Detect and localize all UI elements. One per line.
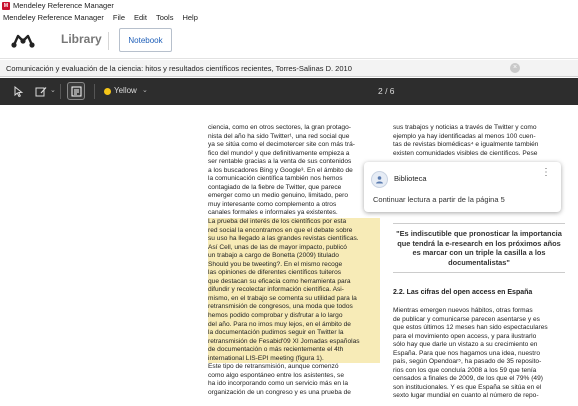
- header-divider: [108, 32, 109, 50]
- notebook-button[interactable]: Notebook: [119, 28, 172, 52]
- highlighted-text-line: difundir y recolectar información cientí…: [208, 286, 344, 294]
- menu-edit[interactable]: Edit: [134, 13, 147, 22]
- highlighted-text-line: red social la encontramos en que el deba…: [208, 226, 353, 234]
- more-options-icon[interactable]: ⋮: [541, 168, 551, 178]
- pdf-column-left: ciencia, como en otros sectores, la gran…: [208, 124, 380, 398]
- text-line: ya se sitúa como el decimotercer site co…: [208, 141, 355, 149]
- app-header: Library Notebook: [0, 23, 578, 59]
- text-line: organización de un congreso y es una pru…: [208, 388, 351, 396]
- mendeley-logo-icon[interactable]: [11, 32, 35, 50]
- text-line: nista del año ha sido Twitter¹, una red …: [208, 132, 350, 140]
- highlight-color-swatch[interactable]: [104, 88, 111, 95]
- text-line: emerger como un medio genuino, limitado,…: [208, 192, 349, 200]
- text-line: censados a finales de 2009, de los que e…: [393, 375, 543, 383]
- highlighted-paragraph[interactable]: La prueba del interés de los científicos…: [208, 218, 380, 364]
- quote-rule-top: [393, 223, 565, 224]
- text-line: Este tipo de retransmisión, aunque comen…: [208, 363, 339, 371]
- highlighted-text-line: la documentación pudimos seguir en Twitt…: [208, 329, 344, 337]
- text-line: contagiado de la fiebre de Twitter, que …: [208, 183, 342, 191]
- text-line: España. Para que nos hagamos una idea, n…: [393, 349, 540, 357]
- text-line: país, según Opendoar⁵, ha pasado de 35 r…: [393, 358, 542, 366]
- pull-quote: "Es indiscutible que pronosticar la impo…: [396, 229, 562, 267]
- highlighted-text-line: del año. Para no irnos muy lejos, en el …: [208, 320, 351, 328]
- text-line: ser rentable gracias a la venta de sus c…: [208, 158, 352, 166]
- pdf-column-right-top: sus trabajos y noticias a través de Twit…: [393, 124, 562, 158]
- highlighted-text-line: hemos podido comprobar y disfrutar a lo …: [208, 312, 343, 320]
- text-line: la comunicación científica también nos h…: [208, 175, 343, 183]
- close-tab-icon[interactable]: ×: [510, 63, 520, 73]
- window-title: Mendeley Reference Manager: [13, 1, 114, 10]
- highlighted-text-line: retransmisión de Fesabid'09 XI Jornadas …: [208, 337, 360, 345]
- highlighted-text-line: La prueba del interés de los científicos…: [208, 218, 347, 226]
- pen-annotate-icon[interactable]: [34, 84, 48, 98]
- text-line: sólo hay que darle un vistazo a su creci…: [393, 341, 538, 349]
- text-line: fico del mundo² y que definitivamente em…: [208, 149, 350, 157]
- toolbar-divider: [94, 84, 95, 99]
- document-tab[interactable]: Comunicación y evaluación de la ciencia:…: [0, 60, 578, 77]
- text-line: rios con los que concluía 2008 a los 59 …: [393, 366, 537, 374]
- sticky-note-icon: [69, 84, 83, 98]
- viewer-margin: [0, 105, 167, 406]
- pdf-toolbar: ⌄ Yellow ⌄ 2 / 6: [0, 78, 578, 105]
- text-line: a los buscadores Bing y Google³. En el á…: [208, 166, 353, 174]
- highlighted-text-line: su uso ha llegado a las grandes revistas…: [208, 235, 359, 243]
- highlighted-text-line: Should you be tweeting?. En el mismo rec…: [208, 260, 343, 268]
- highlighted-text-line: international LIS-EPI meeting (figura 1)…: [208, 354, 324, 362]
- paragraph-twitter: ciencia, como en otros sectores, la gran…: [208, 124, 380, 218]
- page-indicator: 2 / 6: [378, 86, 395, 96]
- text-line: Mientras emergen nuevos hábitos, otras f…: [393, 307, 533, 314]
- quote-rule-bottom: [393, 272, 565, 273]
- library-nav[interactable]: Library: [61, 32, 102, 46]
- document-tab-title: Comunicación y evaluación de la ciencia:…: [6, 63, 352, 73]
- paragraph-revistas: sus trabajos y noticias a través de Twit…: [393, 124, 562, 158]
- text-line: ejemplo ya hay identificadas al menos 10…: [393, 132, 536, 140]
- highlighted-text-line: de documentación o más recientemente el …: [208, 346, 344, 354]
- menu-tools[interactable]: Tools: [156, 13, 174, 22]
- highlighted-text-line: Así Cell, unas de las de mayor impacto, …: [208, 243, 347, 251]
- text-line: sexto lugar mundial en cuanto al número …: [393, 392, 539, 400]
- highlighted-text-line: retransmisión de congresos, una moda que…: [208, 303, 353, 311]
- title-bar: M Mendeley Reference Manager: [0, 0, 578, 11]
- section-heading: 2.2. Las cifras del open access en Españ…: [393, 289, 533, 296]
- continue-reading-popup[interactable]: Biblioteca ⋮ Continuar lectura a partir …: [364, 162, 561, 212]
- mendeley-app-icon: M: [2, 1, 10, 10]
- text-line: son institucionales. Y es que España se …: [393, 383, 542, 391]
- paragraph-open-access: Mientras emergen nuevos hábitos, otras f…: [393, 307, 565, 401]
- text-line: ha ido incorporando como un servicio más…: [208, 380, 349, 388]
- popup-title: Biblioteca: [394, 174, 427, 183]
- library-icon: [371, 171, 388, 188]
- toolbar-divider: [60, 84, 61, 99]
- menu-app[interactable]: Mendeley Reference Manager: [3, 13, 104, 22]
- text-line: ciencia, como en otros sectores, la gran…: [208, 124, 351, 131]
- text-line: existen comunidades visibles de científi…: [393, 149, 538, 157]
- menu-help[interactable]: Help: [182, 13, 197, 22]
- text-line: muy interesante como complemento a otros: [208, 200, 337, 208]
- text-line: para el movimiento open access, y para i…: [393, 332, 537, 340]
- menu-file[interactable]: File: [113, 13, 125, 22]
- highlight-color-label[interactable]: Yellow: [114, 86, 137, 95]
- highlighted-text-line: mismo, en el trabajo se comenta su utili…: [208, 294, 357, 302]
- highlighted-text-line: un trabajo a cargo de Bonetta (2009) tit…: [208, 252, 339, 260]
- menu-bar: Mendeley Reference Manager File Edit Too…: [0, 11, 578, 23]
- text-line: de publicar y comunicarse parecen asenta…: [393, 315, 540, 323]
- text-line: sus trabajos y noticias a través de Twit…: [393, 124, 537, 131]
- continue-reading-link[interactable]: Continuar lectura a partir de la página …: [373, 195, 505, 204]
- text-line: como algo espontáneo entre los asistente…: [208, 371, 344, 379]
- highlighted-text-line: que destacan su eficacia como herramient…: [208, 277, 351, 285]
- chevron-down-icon[interactable]: ⌄: [142, 86, 148, 94]
- paragraph-retransmision: Este tipo de retransmisión, aunque comen…: [208, 363, 380, 397]
- pdf-column-right-bottom: Mientras emergen nuevos hábitos, otras f…: [393, 307, 565, 401]
- text-line: que estos últimos 12 meses han sido espe…: [393, 324, 548, 332]
- select-cursor-icon[interactable]: [11, 84, 25, 98]
- text-line: canales formales e informales ya existen…: [208, 209, 338, 217]
- highlighted-text-line: las opiniones de diferentes científicos …: [208, 269, 342, 277]
- text-line: tas de revistas biomédicas⁴ e igualmente…: [393, 141, 539, 149]
- chevron-down-icon[interactable]: ⌄: [50, 86, 56, 94]
